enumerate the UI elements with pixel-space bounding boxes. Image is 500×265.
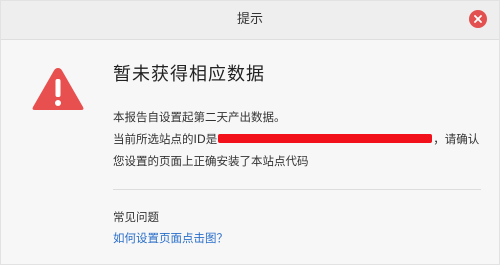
message-line-3: 您设置的页面上正确安装了本站点代码 <box>113 154 309 168</box>
message-line-1: 本报告自设置起第二天产出数据。 <box>113 110 286 124</box>
confirm-text: ，请确认 <box>433 132 480 146</box>
site-id-label: 当前所选站点的ID是 <box>113 132 218 146</box>
section-divider <box>113 189 481 190</box>
faq-heading: 常见问题 <box>113 210 159 224</box>
close-button[interactable] <box>469 10 487 28</box>
dialog-title: 提示 <box>236 12 263 27</box>
faq-link-heatmap-setup[interactable]: 如何设置页面点击图？ <box>113 230 228 246</box>
tip-dialog: 提示 暂未获得相应数据 本报告自设置起第二天产出数据。 当前所选站点的ID是 ，请… <box>0 0 500 265</box>
message-line-2: 当前所选站点的ID是 ，请确认 <box>113 131 479 147</box>
warning-triangle-icon <box>32 68 84 110</box>
redacted-site-id <box>218 134 433 143</box>
close-icon <box>474 15 482 23</box>
dialog-heading: 暂未获得相应数据 <box>113 64 265 85</box>
dialog-title-bar: 提示 <box>1 1 499 40</box>
